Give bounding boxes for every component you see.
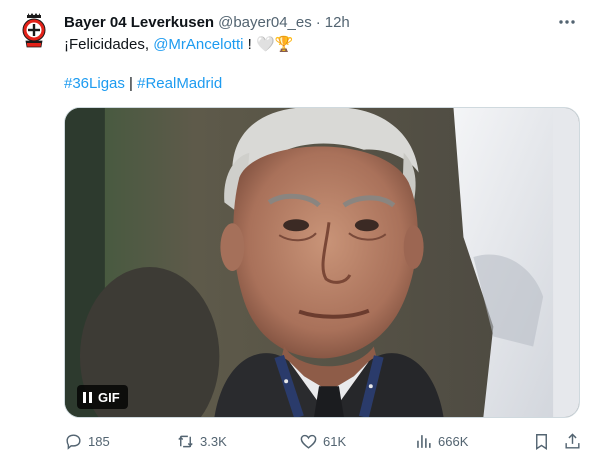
separator-dot: · <box>315 13 321 31</box>
retweet-button[interactable]: 3.3K <box>176 430 227 452</box>
gif-media[interactable]: GIF <box>64 107 580 418</box>
gif-frame-image <box>65 108 579 417</box>
bookmark-button[interactable] <box>532 430 551 452</box>
more-button[interactable] <box>557 12 577 32</box>
bayer-logo-icon <box>14 11 54 51</box>
views-icon <box>417 434 431 448</box>
reply-button[interactable]: 185 <box>64 430 110 452</box>
tweet-text-prefix: ¡Felicidades, <box>64 36 154 53</box>
user-handle[interactable]: @bayer04_es <box>218 14 312 31</box>
like-count: 61K <box>323 433 347 449</box>
timestamp[interactable]: 12h <box>325 14 350 31</box>
emoji-text: 🤍🏆 <box>255 36 294 53</box>
tweet-actions: 185 3.3K 61K 666K <box>64 430 584 452</box>
like-button[interactable]: 61K <box>299 430 346 452</box>
reply-icon <box>66 433 81 450</box>
share-button[interactable] <box>563 430 582 452</box>
pause-icon <box>83 391 92 403</box>
views-count: 666K <box>438 433 469 449</box>
hashtag-realmadrid[interactable]: #RealMadrid <box>137 75 222 92</box>
more-icon <box>559 20 575 24</box>
views-button[interactable]: 666K <box>414 430 468 452</box>
hashtag-36ligas[interactable]: #36Ligas <box>64 75 125 92</box>
mention-link[interactable]: @MrAncelotti <box>153 36 243 53</box>
retweet-icon <box>178 435 193 447</box>
tweet-header: Bayer 04 Leverkusen @bayer04_es · 12h <box>64 12 350 32</box>
hashtag-line: #36Ligas | #RealMadrid <box>64 74 222 94</box>
gif-badge[interactable]: GIF <box>77 385 128 409</box>
gif-label: GIF <box>98 389 120 405</box>
display-name[interactable]: Bayer 04 Leverkusen <box>64 14 214 31</box>
avatar[interactable] <box>14 11 54 51</box>
reply-count: 185 <box>88 433 110 449</box>
share-icon <box>565 432 580 449</box>
hashtag-separator: | <box>124 75 138 92</box>
tweet-text-suffix: ! <box>243 36 256 53</box>
like-icon <box>300 434 317 449</box>
bookmark-icon <box>536 433 547 450</box>
tweet-text: ¡Felicidades, @MrAncelotti ! 🤍🏆 <box>64 35 293 55</box>
retweet-count: 3.3K <box>200 433 227 449</box>
